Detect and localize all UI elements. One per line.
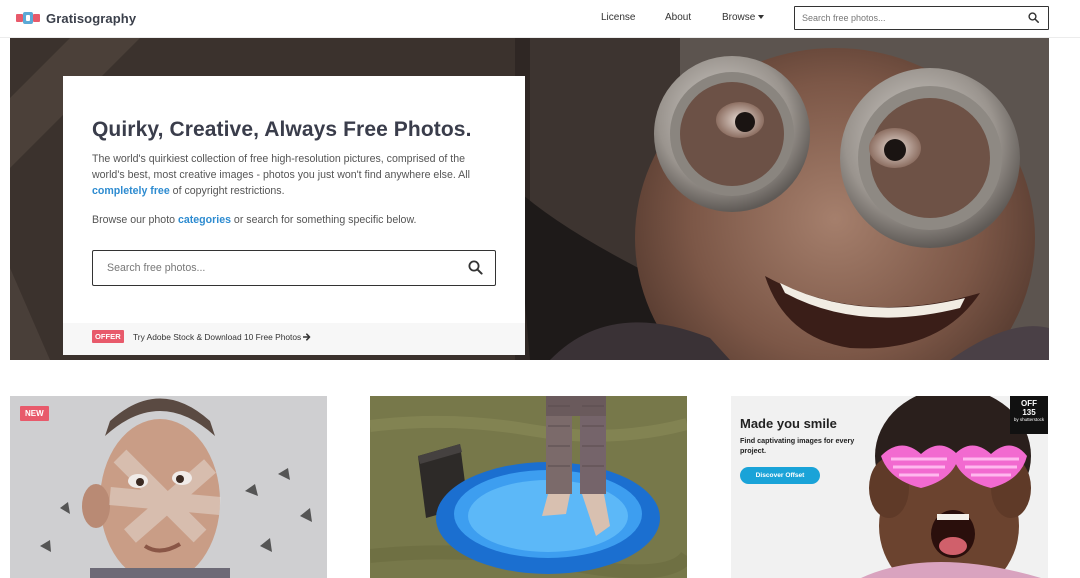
caret-down-icon — [758, 15, 765, 19]
hero-title: Quirky, Creative, Always Free Photos. — [92, 118, 472, 141]
hero-description-text: The world's quirkiest collection of free… — [92, 153, 470, 181]
hero-search-input[interactable] — [93, 251, 453, 284]
completely-free-link[interactable]: completely free — [92, 185, 170, 197]
photo-taped-face — [10, 396, 327, 578]
hero-search-box — [92, 250, 496, 286]
offset-ad-tile[interactable]: Made you smile Find captivating images f… — [731, 396, 1048, 578]
photo-tile-taped-face[interactable]: NEW — [10, 396, 327, 578]
offset-logo-line1: OFF — [1021, 399, 1037, 408]
browse-prefix: Browse our photo — [92, 214, 178, 226]
header-search-box — [794, 6, 1049, 30]
nav-about-link[interactable]: About — [665, 12, 691, 23]
hero-banner: Quirky, Creative, Always Free Photos. Th… — [10, 38, 1049, 360]
arrow-right-icon — [303, 333, 311, 341]
offset-logo-line3: by shutterstock — [1013, 417, 1045, 422]
ad-subtitle: Find captivating images for every projec… — [740, 436, 855, 455]
offset-logo-line2: 135 — [1022, 408, 1036, 417]
offer-badge: OFFER — [92, 330, 124, 343]
logo-icon — [16, 11, 40, 25]
offer-link-text: Try Adobe Stock & Download 10 Free Photo… — [133, 332, 302, 342]
header-search-input[interactable] — [795, 7, 1020, 28]
brand-name: Gratisography — [46, 10, 137, 26]
browse-suffix: or search for something specific below. — [230, 214, 417, 226]
discover-offset-button[interactable]: Discover Offset — [740, 467, 820, 484]
categories-link[interactable]: categories — [178, 214, 231, 226]
hero-card: Quirky, Creative, Always Free Photos. Th… — [63, 76, 525, 355]
photo-kiddie-pool — [370, 396, 687, 578]
brand-logo[interactable]: Gratisography — [16, 8, 136, 28]
hero-description-tail: of copyright restrictions. — [169, 185, 285, 197]
nav-browse-label: Browse — [722, 12, 756, 23]
photo-tile-kiddie-pool[interactable] — [370, 396, 687, 578]
hero-description: The world's quirkiest collection of free… — [92, 151, 497, 199]
ad-title: Made you smile — [740, 416, 837, 431]
search-icon[interactable] — [1028, 12, 1039, 23]
adobe-stock-offer-link[interactable]: Try Adobe Stock & Download 10 Free Photo… — [133, 332, 311, 342]
top-navigation-bar: Gratisography License About Browse — [0, 0, 1080, 38]
hero-browse-text: Browse our photo categories or search fo… — [92, 214, 416, 226]
nav-license-link[interactable]: License — [601, 12, 635, 23]
search-icon[interactable] — [468, 260, 483, 275]
nav-browse-dropdown[interactable]: Browse — [722, 12, 765, 23]
offer-row: OFFER Try Adobe Stock & Download 10 Free… — [63, 323, 525, 355]
offset-logo: OFF 135 by shutterstock — [1010, 396, 1048, 434]
new-badge: NEW — [20, 406, 49, 421]
